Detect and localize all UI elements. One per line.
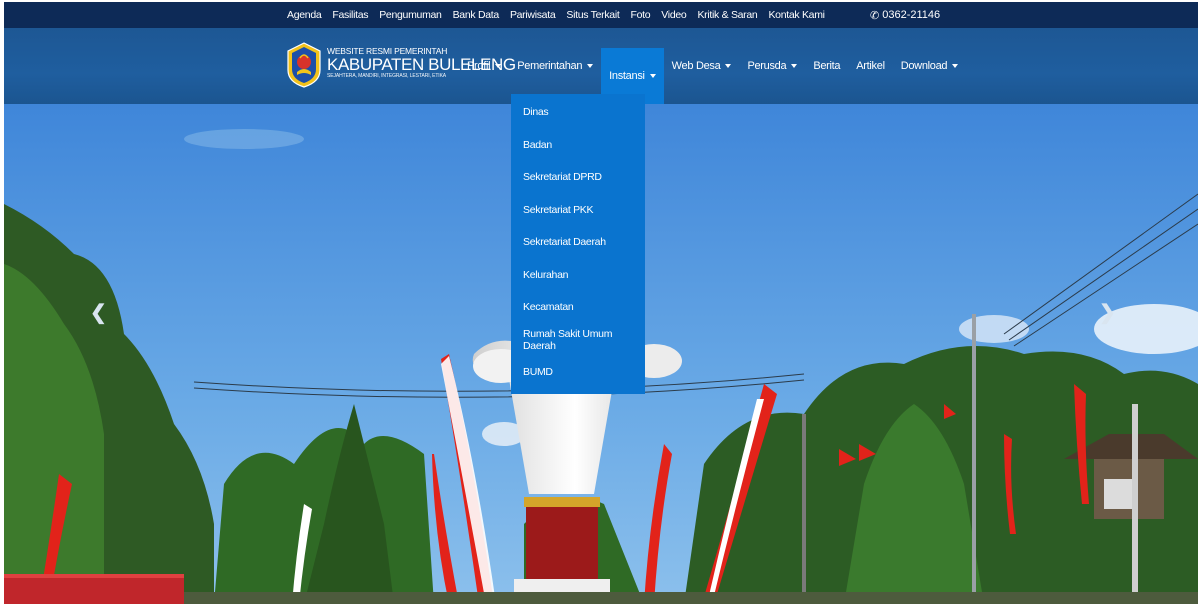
carousel-next-chevron-right-icon[interactable]: ❯ [1099,300,1116,325]
nav-label: Download [900,60,948,72]
top-link-kontak-kami[interactable]: Kontak Kami [768,9,825,21]
top-link-agenda[interactable]: Agenda [287,9,322,21]
page-frame: Agenda Fasilitas Pengumuman Bank Data Pa… [4,2,1198,604]
dropdown-item-dinas[interactable]: Dinas [511,96,645,129]
phone-contact[interactable]: ✆ 0362-21146 [870,2,940,28]
phone-icon: ✆ [870,9,880,22]
nav-label: Berita [813,60,841,72]
caret-down-icon [791,64,798,68]
top-bar: Agenda Fasilitas Pengumuman Bank Data Pa… [4,2,1198,28]
main-menu: Profil Pemerintahan Instansi Web Desa Pe… [459,28,966,104]
nav-label: Perusda [747,60,787,72]
top-link-video[interactable]: Video [661,9,686,21]
top-link-kritik-saran[interactable]: Kritik & Saran [697,9,757,21]
nav-item-web-desa[interactable]: Web Desa [664,40,740,92]
caret-down-icon [952,64,959,68]
top-link-situs-terkait[interactable]: Situs Terkait [566,9,619,21]
phone-number: 0362-21146 [882,9,941,21]
nav-label: Profil [467,60,491,72]
top-links: Agenda Fasilitas Pengumuman Bank Data Pa… [287,2,825,28]
dropdown-item-bumd[interactable]: BUMD [511,356,645,389]
nav-item-profil[interactable]: Profil [459,40,509,92]
nav-item-pemerintahan[interactable]: Pemerintahan [509,40,601,92]
caret-down-icon [649,74,656,78]
top-link-foto[interactable]: Foto [630,9,650,21]
dropdown-item-rsud[interactable]: Rumah Sakit Umum Daerah [511,324,645,357]
dropdown-item-kecamatan[interactable]: Kecamatan [511,291,645,324]
top-link-pariwisata[interactable]: Pariwisata [510,9,556,21]
instansi-dropdown: Dinas Badan Sekretariat DPRD Sekretariat… [511,94,645,394]
carousel-prev-chevron-left-icon[interactable]: ❮ [90,300,107,325]
nav-item-artikel[interactable]: Artikel [848,40,892,92]
nav-label: Instansi [609,70,645,82]
nav-label: Artikel [856,60,885,72]
top-link-fasilitas[interactable]: Fasilitas [332,9,368,21]
dropdown-item-badan[interactable]: Badan [511,129,645,162]
nav-item-berita[interactable]: Berita [805,40,848,92]
caret-down-icon [725,64,732,68]
dropdown-item-sekretariat-dprd[interactable]: Sekretariat DPRD [511,161,645,194]
nav-label: Pemerintahan [517,60,583,72]
kabupaten-logo-icon[interactable] [285,42,323,88]
top-link-pengumuman[interactable]: Pengumuman [379,9,442,21]
caret-down-icon [587,64,594,68]
dropdown-item-sekretariat-daerah[interactable]: Sekretariat Daerah [511,226,645,259]
nav-item-download[interactable]: Download [893,40,967,92]
nav-item-perusda[interactable]: Perusda [739,40,805,92]
nav-label: Web Desa [671,60,721,72]
dropdown-item-sekretariat-pkk[interactable]: Sekretariat PKK [511,194,645,227]
dropdown-item-kelurahan[interactable]: Kelurahan [511,259,645,292]
top-link-bank-data[interactable]: Bank Data [453,9,500,21]
caret-down-icon [495,64,502,68]
